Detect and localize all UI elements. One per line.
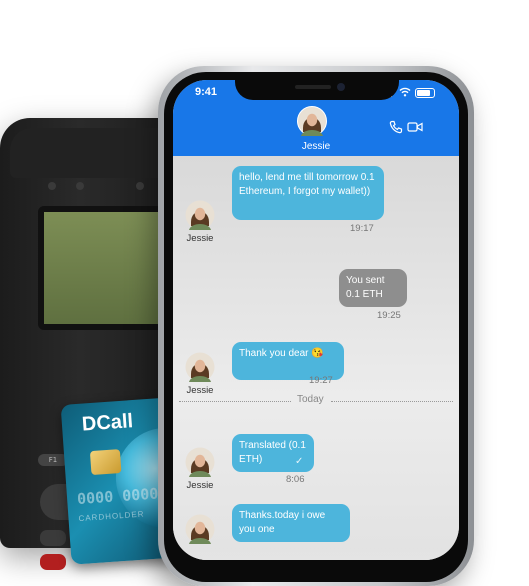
- message-time: 8:06: [286, 474, 305, 485]
- phone-screen: 9:41 Jessie Jessie hello, lend me till t…: [173, 80, 459, 560]
- sender-avatar[interactable]: [185, 514, 215, 544]
- card-chip-icon: [89, 449, 122, 476]
- terminal-key[interactable]: [40, 530, 66, 546]
- sender-avatar[interactable]: [185, 200, 215, 230]
- terminal-lcd-screen: [38, 206, 176, 330]
- sender-avatar[interactable]: [185, 352, 215, 382]
- contact-name: Jessie: [301, 141, 331, 152]
- sender-name: Jessie: [186, 233, 214, 244]
- terminal-cancel-key[interactable]: [40, 554, 66, 570]
- chat-header: 9:41 Jessie: [173, 80, 459, 156]
- contact-avatar[interactable]: [297, 106, 327, 136]
- sender-avatar-block: Jessie: [184, 352, 216, 396]
- status-time: 9:41: [195, 86, 218, 98]
- terminal-led: [136, 182, 144, 190]
- sender-name: Jessie: [186, 480, 214, 491]
- phone-icon[interactable]: [389, 120, 403, 134]
- card-brand: DCall: [81, 410, 134, 436]
- message-time: 19:25: [377, 310, 401, 321]
- chat-thread[interactable]: Jessie hello, lend me till tomorrow 0.1 …: [173, 156, 459, 560]
- sender-avatar-block: Jessie: [184, 200, 216, 244]
- battery-icon: [415, 88, 435, 98]
- speaker-grille: [295, 85, 331, 89]
- day-divider-label: Today: [297, 394, 324, 405]
- terminal-led: [48, 182, 56, 190]
- day-divider: Today: [179, 394, 453, 408]
- video-camera-icon[interactable]: [407, 121, 423, 133]
- message-time: 19:17: [350, 223, 374, 234]
- card-holder: CARDHOLDER: [78, 509, 145, 524]
- message-bubble-outgoing[interactable]: You sent 0.1 ETH: [339, 269, 407, 307]
- sender-avatar[interactable]: [185, 447, 215, 477]
- message-bubble-incoming[interactable]: hello, lend me till tomorrow 0.1 Ethereu…: [232, 166, 384, 220]
- message-time: 19:27: [309, 375, 333, 386]
- terminal-led: [76, 182, 84, 190]
- screen-fade: [173, 546, 459, 560]
- front-camera: [337, 83, 345, 91]
- check-icon: ✓: [295, 456, 304, 467]
- message-bubble-incoming[interactable]: Thanks.today i owe you one: [232, 504, 350, 542]
- wifi-icon: [399, 87, 411, 97]
- phone-notch: [235, 80, 399, 100]
- sender-avatar-block: Jessie: [184, 447, 216, 491]
